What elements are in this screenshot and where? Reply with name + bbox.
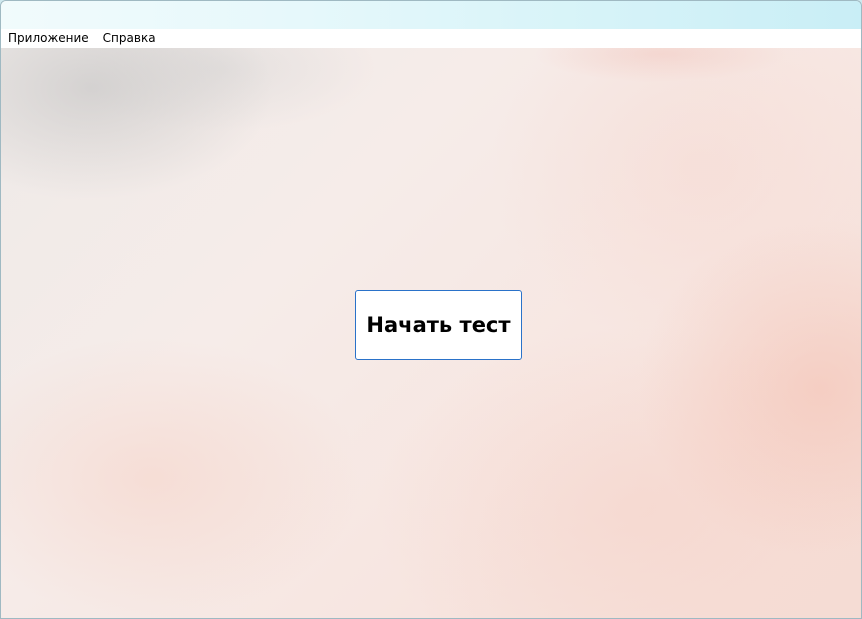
- menu-item-help[interactable]: Справка: [96, 29, 163, 48]
- title-bar[interactable]: [1, 1, 861, 29]
- app-window: Приложение Справка Начать тест: [0, 0, 862, 619]
- menu-bar: Приложение Справка: [1, 29, 861, 48]
- main-content-area: Начать тест: [1, 48, 861, 618]
- start-test-button[interactable]: Начать тест: [355, 290, 522, 360]
- menu-item-app[interactable]: Приложение: [1, 29, 96, 48]
